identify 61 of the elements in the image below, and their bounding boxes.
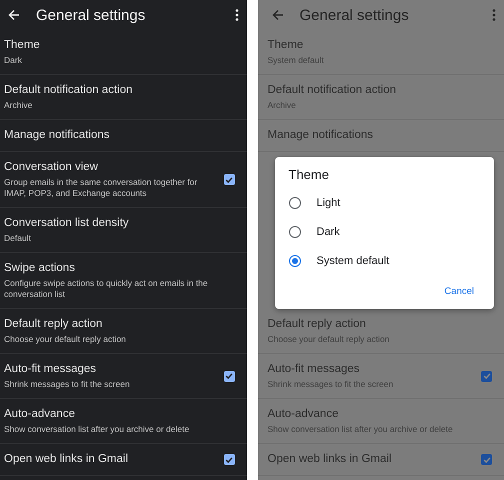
dialog-title: Theme xyxy=(288,167,330,182)
setting-description: System default xyxy=(268,55,325,66)
setting-description: Shrink messages to fit the screen xyxy=(268,379,394,390)
check-icon xyxy=(482,456,490,464)
setting-row[interactable]: Theme Dark xyxy=(0,30,246,75)
checkbox[interactable] xyxy=(224,370,234,382)
setting-title: Auto-fit messages xyxy=(4,362,98,377)
setting-title: Open web links in Gmail xyxy=(4,452,129,467)
check-icon xyxy=(225,372,233,380)
check-icon xyxy=(225,456,233,464)
setting-title: Conversation list density xyxy=(4,216,130,231)
setting-description: Archive xyxy=(4,100,34,111)
checkbox[interactable] xyxy=(481,454,492,465)
checkbox[interactable] xyxy=(224,454,234,465)
check-icon xyxy=(225,176,233,184)
setting-description: Choose your default reply action xyxy=(4,334,127,345)
setting-title: Theme xyxy=(268,38,304,53)
setting-row[interactable]: Swipe actions Configure swipe actions to quickly act on emails in the conversation list xyxy=(0,253,246,309)
setting-title: Default reply action xyxy=(4,317,104,332)
setting-row[interactable]: Conversation list density Default xyxy=(0,208,246,253)
checkbox[interactable] xyxy=(224,174,234,185)
setting-description: Group emails in the same conversation together for IMAP, POP3, and Exchange accounts xyxy=(4,177,198,199)
setting-row[interactable]: Open web links in Gmail xyxy=(0,444,246,476)
setting-title: Open web links in Gmail xyxy=(268,452,392,467)
setting-row[interactable]: Auto-advance Show conversation list after you archive or delete xyxy=(0,399,246,444)
setting-row[interactable]: Manage notifications xyxy=(0,120,246,152)
setting-title: Default notification action xyxy=(268,83,397,98)
option-label[interactable]: Light xyxy=(316,196,340,208)
setting-description: Choose your default reply action xyxy=(268,334,390,345)
more-menu-icon[interactable] xyxy=(234,9,238,21)
setting-title: Manage notifications xyxy=(4,128,110,143)
option-label[interactable]: System default xyxy=(316,254,390,266)
setting-title: Auto-advance xyxy=(268,407,340,422)
screen-title: General settings xyxy=(300,6,410,24)
setting-title: Manage notifications xyxy=(268,128,374,143)
setting-description: Dark xyxy=(4,55,23,66)
checkbox[interactable] xyxy=(481,370,492,382)
setting-description: Default xyxy=(4,233,32,244)
setting-title: Conversation view xyxy=(4,160,99,175)
setting-title: Default notification action xyxy=(4,83,134,98)
setting-row[interactable]: Default notification action Archive xyxy=(0,75,246,120)
setting-description: Shrink messages to fit the screen xyxy=(4,379,131,390)
setting-description: Archive xyxy=(268,100,297,111)
setting-title: Theme xyxy=(4,38,41,53)
setting-title: Auto-advance xyxy=(4,407,76,422)
cancel-button[interactable]: Cancel xyxy=(438,282,480,301)
setting-description: Configure swipe actions to quickly act on emails in the conversation list xyxy=(4,278,209,300)
radio-button[interactable] xyxy=(288,254,300,266)
radio-button[interactable] xyxy=(288,226,300,238)
setting-row[interactable]: Conversation view Group emails in the same conversation together for IMAP, POP3, and Exchange accounts xyxy=(0,152,246,208)
screen-title: General settings xyxy=(36,6,146,24)
setting-title: Auto-fit messages xyxy=(268,362,361,377)
check-icon xyxy=(482,372,490,380)
setting-title: Default reply action xyxy=(268,317,367,332)
setting-row[interactable]: Auto-fit messages Shrink messages to fit the screen xyxy=(0,354,246,399)
radio-button[interactable] xyxy=(288,196,300,208)
setting-description: Show conversation list after you archive or delete xyxy=(268,424,454,435)
setting-title: Swipe actions xyxy=(4,261,76,276)
setting-row[interactable]: Default reply action Choose your default reply action xyxy=(0,309,246,354)
setting-description: Show conversation list after you archive or delete xyxy=(4,424,190,435)
option-label[interactable]: Dark xyxy=(316,226,340,238)
